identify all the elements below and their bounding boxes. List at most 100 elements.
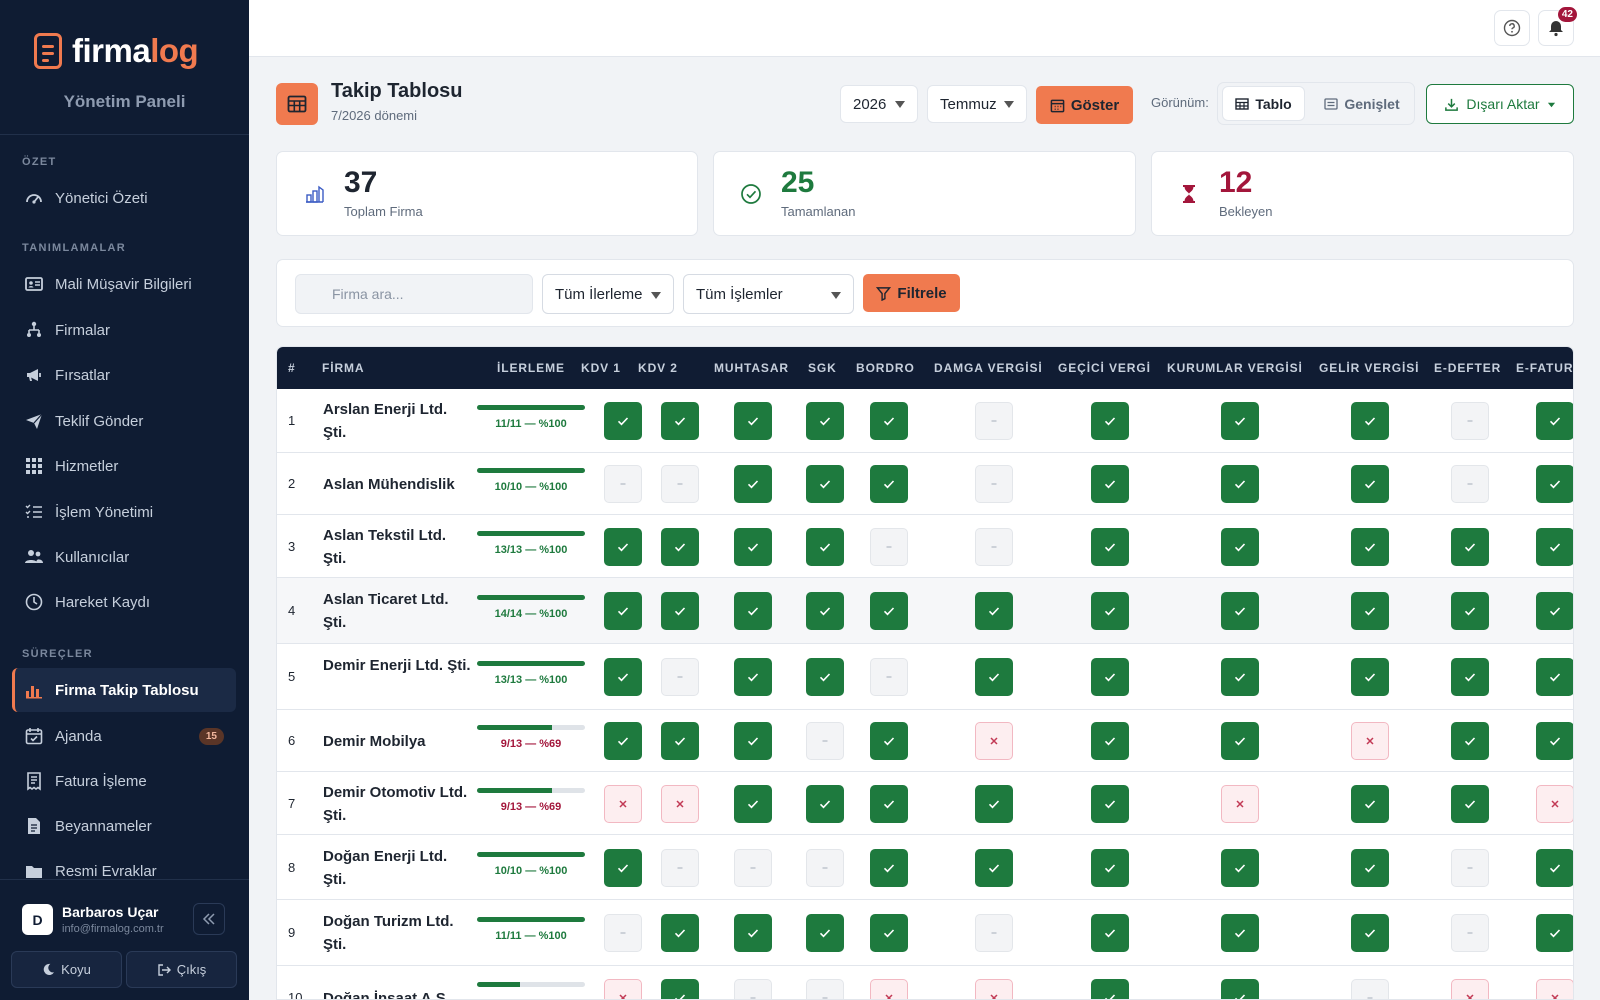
month-select[interactable]: Temmuz (927, 85, 1027, 123)
table-row[interactable]: 6 Demir Mobilya 9/13 — %69 (277, 710, 1573, 772)
sidebar-item-hizmetler[interactable]: Hizmetler (12, 444, 236, 488)
status-done-cell[interactable] (1221, 848, 1259, 887)
status-done-cell[interactable] (870, 465, 908, 503)
status-done-cell[interactable] (1091, 979, 1129, 999)
status-done-cell[interactable] (661, 722, 699, 760)
status-missing-cell[interactable] (975, 722, 1013, 760)
status-done-cell[interactable] (1536, 465, 1573, 503)
company-name[interactable]: Demir Enerji Ltd. Şti. (323, 654, 473, 677)
status-not-applicable-cell[interactable] (975, 527, 1013, 566)
status-done-cell[interactable] (604, 527, 642, 566)
status-done-cell[interactable] (1451, 658, 1489, 696)
status-done-cell[interactable] (1091, 465, 1129, 503)
status-not-applicable-cell[interactable] (1451, 914, 1489, 952)
status-done-cell[interactable] (1091, 784, 1129, 823)
status-done-cell[interactable] (1221, 402, 1259, 440)
status-not-applicable-cell[interactable] (1351, 979, 1389, 999)
sidebar-item-islem-yonetimi[interactable]: İşlem Yönetimi (12, 490, 236, 534)
sidebar-item-beyannameler[interactable]: Beyannameler (12, 804, 236, 848)
company-name[interactable]: Demir Mobilya (323, 730, 473, 753)
company-name[interactable]: Arslan Enerji Ltd. Şti. (323, 398, 473, 444)
status-not-applicable-cell[interactable] (604, 914, 642, 952)
status-done-cell[interactable] (604, 722, 642, 760)
status-done-cell[interactable] (1351, 527, 1389, 566)
search-input[interactable] (295, 274, 533, 314)
status-done-cell[interactable] (1536, 658, 1573, 696)
status-done-cell[interactable] (734, 914, 772, 952)
logo[interactable]: firmalog (34, 30, 199, 72)
status-done-cell[interactable] (1536, 914, 1573, 952)
notifications-button[interactable]: 42 (1538, 7, 1577, 46)
status-done-cell[interactable] (870, 402, 908, 440)
dark-theme-button[interactable]: Koyu (11, 951, 122, 988)
table-row[interactable]: 3 Aslan Tekstil Ltd. Şti. 13/13 — %100 (277, 515, 1573, 578)
status-done-cell[interactable] (1351, 658, 1389, 696)
status-not-applicable-cell[interactable] (661, 848, 699, 887)
status-done-cell[interactable] (1221, 592, 1259, 630)
status-done-cell[interactable] (1351, 465, 1389, 503)
status-done-cell[interactable] (1351, 914, 1389, 952)
status-done-cell[interactable] (1221, 658, 1259, 696)
status-not-applicable-cell[interactable] (1451, 848, 1489, 887)
company-name[interactable]: Doğan İnşaat A.Ş. (323, 987, 473, 999)
status-missing-cell[interactable] (661, 784, 699, 823)
status-not-applicable-cell[interactable] (1451, 465, 1489, 503)
status-done-cell[interactable] (734, 784, 772, 823)
status-not-applicable-cell[interactable] (661, 658, 699, 696)
collapse-sidebar-button[interactable] (193, 903, 225, 935)
status-done-cell[interactable] (1536, 848, 1573, 887)
sidebar-item-firma-takip-tablosu[interactable]: Firma Takip Tablosu (12, 668, 236, 712)
status-done-cell[interactable] (975, 848, 1013, 887)
filter-button[interactable]: Filtrele (863, 274, 960, 312)
status-done-cell[interactable] (1221, 465, 1259, 503)
status-not-applicable-cell[interactable] (870, 527, 908, 566)
status-done-cell[interactable] (975, 658, 1013, 696)
table-row[interactable]: 10 Doğan İnşaat A.Ş. (277, 966, 1573, 999)
status-done-cell[interactable] (1351, 848, 1389, 887)
status-done-cell[interactable] (1091, 722, 1129, 760)
status-done-cell[interactable] (1091, 592, 1129, 630)
status-done-cell[interactable] (870, 784, 908, 823)
status-done-cell[interactable] (806, 592, 844, 630)
status-done-cell[interactable] (1451, 592, 1489, 630)
status-done-cell[interactable] (1091, 914, 1129, 952)
status-done-cell[interactable] (806, 784, 844, 823)
status-missing-cell[interactable] (1536, 784, 1573, 823)
status-missing-cell[interactable] (604, 784, 642, 823)
status-not-applicable-cell[interactable] (806, 722, 844, 760)
status-not-applicable-cell[interactable] (806, 979, 844, 999)
status-not-applicable-cell[interactable] (975, 465, 1013, 503)
status-done-cell[interactable] (1351, 784, 1389, 823)
status-done-cell[interactable] (870, 914, 908, 952)
status-done-cell[interactable] (661, 402, 699, 440)
company-name[interactable]: Aslan Tekstil Ltd. Şti. (323, 524, 473, 570)
status-done-cell[interactable] (806, 527, 844, 566)
sidebar-item-ajanda[interactable]: Ajanda 15 (12, 714, 236, 758)
status-not-applicable-cell[interactable] (870, 658, 908, 696)
status-done-cell[interactable] (661, 527, 699, 566)
sidebar-item-fatura-isleme[interactable]: Fatura İşleme (12, 759, 236, 803)
status-done-cell[interactable] (734, 527, 772, 566)
status-done-cell[interactable] (870, 848, 908, 887)
table-row[interactable]: 5 Demir Enerji Ltd. Şti. 13/13 — %100 (277, 644, 1573, 710)
status-done-cell[interactable] (870, 592, 908, 630)
status-done-cell[interactable] (1221, 722, 1259, 760)
table-row[interactable]: 9 Doğan Turizm Ltd. Şti. 11/11 — %100 (277, 900, 1573, 966)
status-done-cell[interactable] (604, 658, 642, 696)
status-done-cell[interactable] (1091, 658, 1129, 696)
view-expand-button[interactable]: Genişlet (1313, 86, 1411, 121)
status-missing-cell[interactable] (1221, 784, 1259, 823)
sidebar-item-hareket-kaydi[interactable]: Hareket Kaydı (12, 580, 236, 624)
status-not-applicable-cell[interactable] (604, 465, 642, 503)
sidebar-item-firmalar[interactable]: Firmalar (12, 308, 236, 352)
progress-filter-select[interactable]: Tüm İlerleme (542, 274, 674, 314)
year-select[interactable]: 2026 (840, 85, 918, 123)
status-done-cell[interactable] (806, 402, 844, 440)
status-not-applicable-cell[interactable] (975, 914, 1013, 952)
sidebar-item-kullanicilar[interactable]: Kullanıcılar (12, 535, 236, 579)
status-done-cell[interactable] (661, 592, 699, 630)
table-row[interactable]: 4 Aslan Ticaret Ltd. Şti. 14/14 — %100 (277, 578, 1573, 644)
status-done-cell[interactable] (1221, 979, 1259, 999)
status-done-cell[interactable] (734, 465, 772, 503)
status-done-cell[interactable] (975, 592, 1013, 630)
